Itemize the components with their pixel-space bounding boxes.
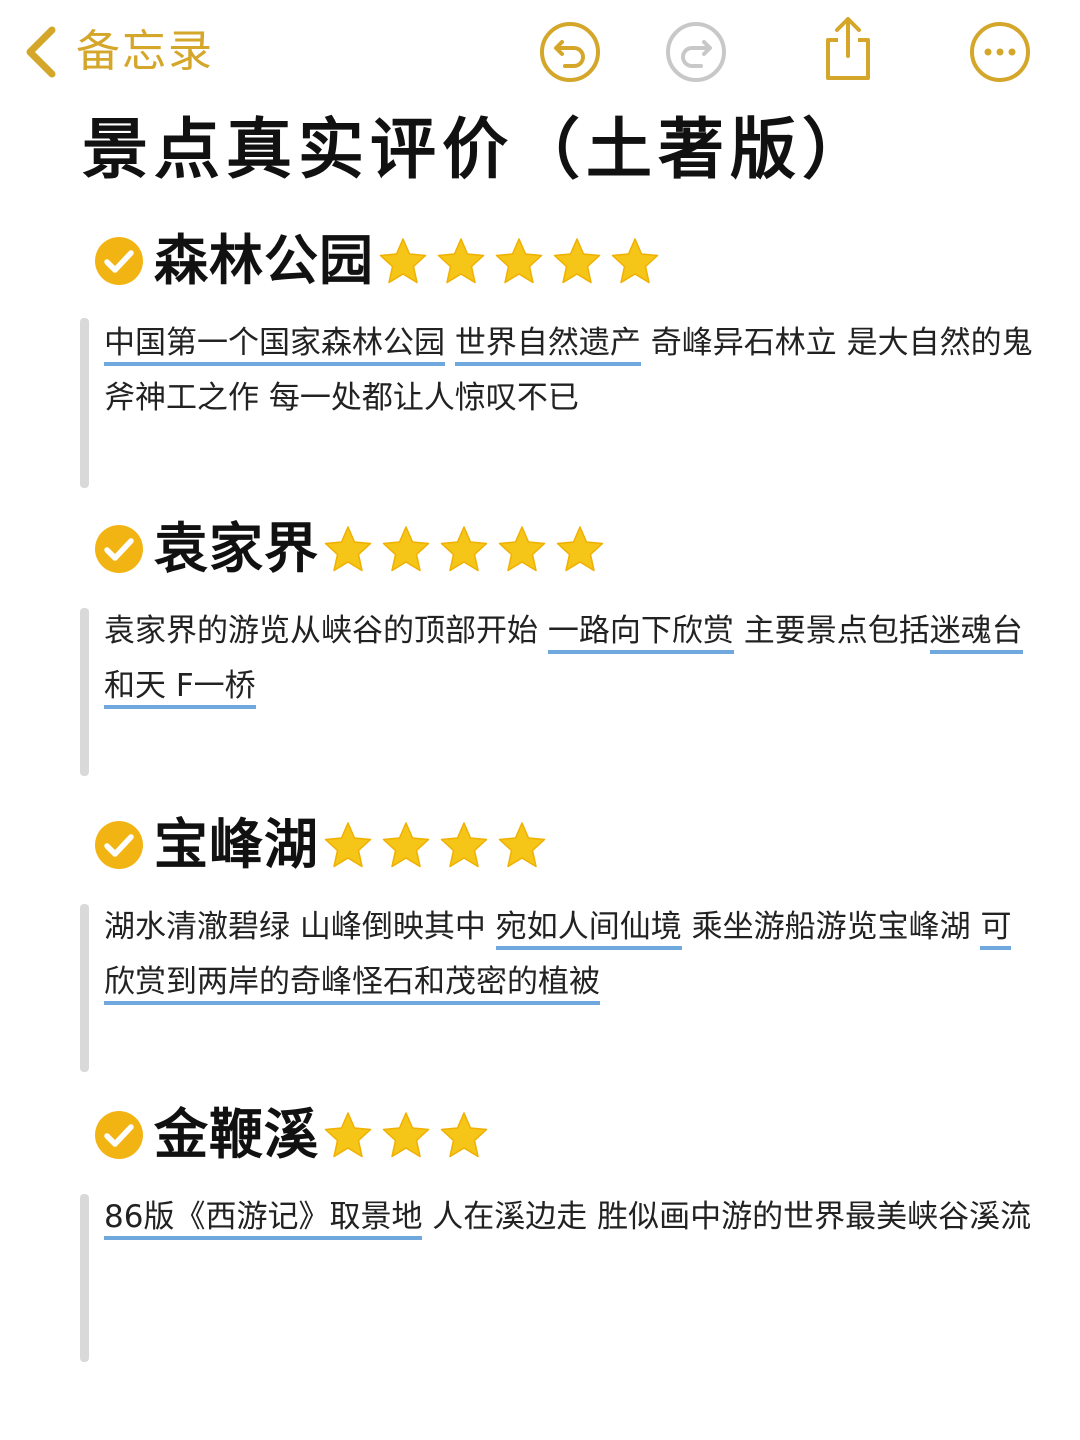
desc-text: 袁家界的游览从峡谷的顶部开始: [104, 613, 548, 649]
star-icon: [498, 526, 546, 572]
star-icon: [440, 1112, 488, 1158]
star-icon: [382, 526, 430, 572]
quote-bar: [80, 904, 89, 1072]
star-icon: [440, 822, 488, 868]
more-button[interactable]: [968, 20, 1032, 84]
more-icon: [970, 22, 1030, 82]
section-description: 湖水清澈碧绿 山峰倒映其中 宛如人间仙境 乘坐游船游览宝峰湖 可欣赏到两岸的奇峰…: [104, 900, 1034, 1010]
desc-text: 乘坐游船游览宝峰湖: [681, 909, 981, 945]
star-icon: [382, 1112, 430, 1158]
star-icon: [553, 238, 601, 284]
section-header: 森林公园: [94, 226, 668, 296]
page-title: 景点真实评价（土著版）: [82, 111, 874, 188]
back-button[interactable]: 备忘录: [22, 22, 214, 82]
undo-button[interactable]: [538, 20, 602, 84]
star-rating: [323, 524, 613, 574]
star-rating: [378, 236, 668, 286]
section-header: 宝峰湖: [94, 810, 555, 880]
desc-text: 主要景点包括: [733, 613, 930, 649]
check-circle-icon: [95, 821, 143, 869]
highlight-text: 宛如人间仙境: [495, 909, 682, 950]
section-description: 86版《西游记》取景地 人在溪边走 胜似画中游的世界最美峡谷溪流: [104, 1190, 1034, 1245]
desc-text: 人在溪边走 胜似画中游的世界最美峡谷溪流: [422, 1199, 1032, 1235]
star-icon: [324, 1112, 372, 1158]
section-title: 森林公园: [154, 229, 374, 292]
highlight-text: 世界自然遗产: [454, 325, 641, 366]
star-icon: [498, 822, 546, 868]
section-header: 袁家界: [94, 514, 613, 584]
share-button[interactable]: [816, 14, 880, 80]
quote-bar: [80, 1194, 89, 1362]
star-icon: [324, 822, 372, 868]
star-icon: [437, 238, 485, 284]
redo-icon: [666, 22, 726, 82]
star-rating: [323, 820, 555, 870]
star-icon: [611, 238, 659, 284]
star-rating: [323, 1110, 497, 1160]
star-icon: [495, 238, 543, 284]
quote-bar: [80, 318, 89, 488]
highlight-text: 一路向下欣赏: [547, 613, 734, 654]
section-title: 宝峰湖: [154, 813, 319, 876]
section-description: 袁家界的游览从峡谷的顶部开始 一路向下欣赏 主要景点包括迷魂台和天 F一桥: [104, 604, 1034, 714]
star-icon: [440, 526, 488, 572]
check-circle-icon: [95, 1111, 143, 1159]
check-circle-icon: [95, 237, 143, 285]
top-toolbar: 备忘录: [0, 0, 1080, 110]
back-label: 备忘录: [76, 26, 214, 77]
quote-bar: [80, 608, 89, 776]
undo-icon: [540, 22, 600, 82]
star-icon: [382, 822, 430, 868]
section-title: 金鞭溪: [154, 1103, 319, 1166]
chevron-left-icon: [26, 26, 56, 78]
highlight-text: 86版《西游记》取景地: [104, 1199, 423, 1240]
check-circle-icon: [95, 525, 143, 573]
section-header: 金鞭溪: [94, 1100, 497, 1170]
desc-text: [445, 325, 455, 361]
highlight-text: 中国第一个国家森林公园: [104, 325, 445, 366]
section-description: 中国第一个国家森林公园 世界自然遗产 奇峰异石林立 是大自然的鬼斧神工之作 每一…: [104, 316, 1034, 426]
star-icon: [324, 526, 372, 572]
redo-button[interactable]: [664, 20, 728, 84]
share-icon: [826, 17, 870, 80]
star-icon: [379, 238, 427, 284]
section-title: 袁家界: [154, 517, 319, 580]
desc-text: 湖水清澈碧绿 山峰倒映其中: [104, 909, 496, 945]
star-icon: [556, 526, 604, 572]
